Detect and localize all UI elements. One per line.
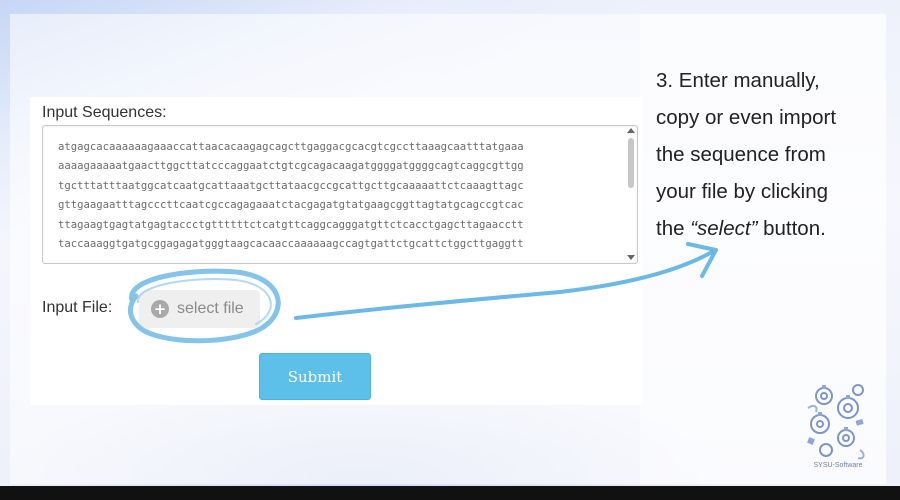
sequence-line: atgagcacaaaaaagaaaccattaacacaagagcagcttg… — [58, 141, 524, 153]
sequence-text[interactable]: atgagcacaaaaaagaaaccattaacacaagagcagcttg… — [58, 138, 618, 254]
instruction-text: 3. Enter manually, copy or even import t… — [656, 62, 888, 247]
input-file-label: Input File: — [42, 299, 113, 316]
sequence-line: aaaagaaaaatgaacttggcttatcccaggaatctgtcgc… — [58, 160, 524, 173]
instruction-prefix: the — [656, 217, 691, 240]
select-file-button[interactable]: + select file — [139, 290, 260, 328]
sequence-line: ttagaagtgagtatgagtaccctgttttttctcatgttca… — [58, 218, 524, 231]
instruction-emphasis: “select” — [690, 217, 758, 240]
scroll-down-arrow-icon[interactable] — [627, 255, 635, 260]
instruction-line: your file by clicking — [656, 180, 829, 203]
submit-button[interactable]: Submit — [259, 353, 371, 400]
instruction-line: the “select” button. — [656, 210, 888, 247]
scrollbar-thumb[interactable] — [628, 138, 634, 188]
logo-text: SYSU-Software — [813, 462, 863, 469]
plus-circle-icon: + — [151, 300, 169, 318]
instruction-suffix: button. — [757, 217, 826, 240]
instruction-line: the sequence from — [656, 143, 826, 166]
textarea-scrollbar[interactable] — [626, 128, 636, 260]
input-sequences-label: Input Sequences: — [42, 104, 167, 121]
select-file-label: select file — [177, 300, 244, 317]
bottom-bar — [0, 486, 900, 500]
sequence-line: gttgaagaatttagcccttcaatcgccagagaaatctacg… — [58, 199, 524, 212]
instruction-line: copy or even import — [656, 106, 837, 129]
gear-cluster-logo-icon — [807, 384, 865, 460]
sequence-textarea[interactable]: atgagcacaaaaaagaaaccattaacacaagagcagcttg… — [42, 125, 638, 264]
sequence-line: taccaaaggtgatgcggagagatgggtaagcacaaccaaa… — [58, 238, 524, 251]
scroll-up-arrow-icon[interactable] — [627, 128, 635, 133]
sequence-line: tgctttatttaatggcatcaatgcattaaatgcttataac… — [58, 179, 524, 192]
instruction-line: 3. Enter manually, — [656, 69, 820, 92]
